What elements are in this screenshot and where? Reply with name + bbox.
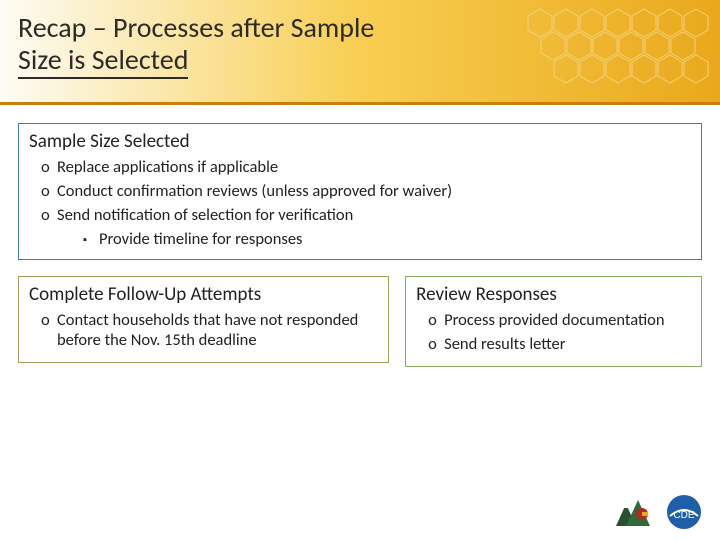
list-item: Conduct confirmation reviews (unless app…: [57, 181, 691, 201]
slide-content: Sample Size Selected Replace application…: [0, 105, 720, 393]
sublist-item: Provide timeline for responses: [99, 229, 691, 249]
box-follow-up: Complete Follow-Up Attempts Contact hous…: [18, 276, 389, 363]
list-item: Replace applications if applicable: [57, 157, 691, 177]
slide-title: Recap – Processes after Sample Size is S…: [18, 12, 702, 79]
two-column-row: Complete Follow-Up Attempts Contact hous…: [18, 276, 702, 383]
list-item: Send notification of selection for verif…: [57, 205, 691, 225]
colorado-logo-icon: [612, 494, 654, 530]
slide-header: Recap – Processes after Sample Size is S…: [0, 0, 720, 105]
box-title-review: Review Responses: [416, 283, 691, 306]
box-sample-size: Sample Size Selected Replace application…: [18, 123, 702, 260]
list-item: Send results letter: [444, 334, 691, 354]
footer-logos: CDE: [612, 494, 706, 530]
cde-logo-text: CDE: [673, 510, 694, 521]
list-item: Contact households that have not respond…: [57, 310, 378, 350]
list-item: Process provided documentation: [444, 310, 691, 330]
box-title-sample-size: Sample Size Selected: [29, 130, 691, 153]
title-line-1: Recap – Processes after Sample: [18, 10, 374, 45]
cde-logo-icon: CDE: [662, 494, 706, 530]
box-title-follow-up: Complete Follow-Up Attempts: [29, 283, 378, 306]
title-line-2: Size is Selected: [18, 44, 188, 79]
box-review: Review Responses Process provided docume…: [405, 276, 702, 367]
